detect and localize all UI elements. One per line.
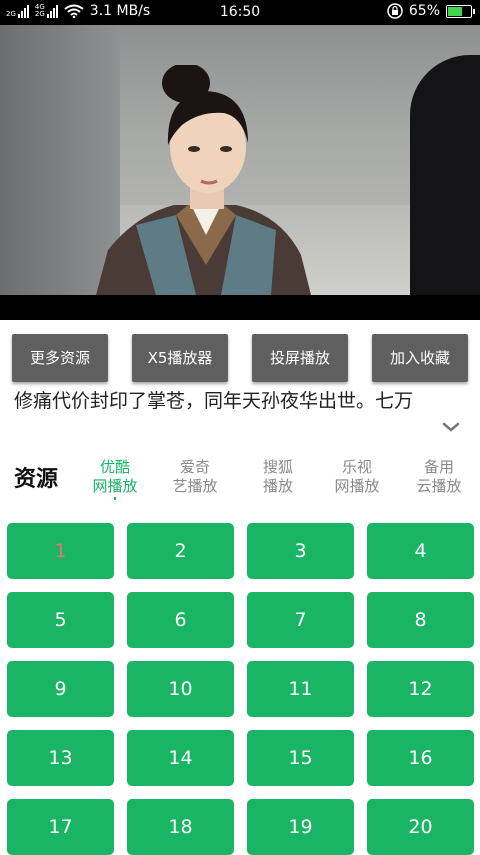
episode-button[interactable]: 10 — [127, 661, 234, 717]
description-text: 修痛代价封印了掌苍，同年天孙夜华出世。七万 — [14, 390, 414, 412]
source-tab-label: 云播放 — [416, 477, 462, 495]
episode-button[interactable]: 18 — [127, 799, 234, 855]
source-tab-label: 优酷 — [99, 458, 130, 476]
source-tab[interactable]: 爱奇 艺播放 — [163, 458, 227, 496]
source-tab[interactable]: 优酷 网播放 — [83, 458, 147, 496]
episode-button[interactable]: 8 — [367, 592, 474, 648]
source-tab-label: 网播放 — [334, 477, 380, 495]
action-button-row: 更多资源 X5播放器 投屏播放 加入收藏 — [0, 334, 480, 382]
battery-level — [448, 6, 463, 16]
chevron-down-icon[interactable] — [441, 420, 461, 434]
video-frame — [0, 25, 480, 295]
cast-play-button[interactable]: 投屏播放 — [252, 334, 348, 382]
episode-button[interactable]: 7 — [247, 592, 354, 648]
battery-percent: 65% — [408, 3, 440, 19]
status-right: 65% — [387, 3, 475, 19]
episode-button[interactable]: 12 — [367, 661, 474, 717]
battery-icon — [446, 4, 475, 18]
source-tab-label: 乐视 — [341, 458, 372, 476]
source-tab-label: 网播放 — [92, 477, 138, 495]
episode-button[interactable]: 6 — [127, 592, 234, 648]
source-tab-label: 艺播放 — [172, 477, 218, 495]
episode-button[interactable]: 15 — [247, 730, 354, 786]
episode-button[interactable]: 5 — [7, 592, 114, 648]
episode-button[interactable]: 3 — [247, 523, 354, 579]
episode-button[interactable]: 16 — [367, 730, 474, 786]
sources-title: 资源 — [14, 467, 59, 492]
source-tab[interactable]: 乐视 网播放 — [325, 458, 389, 496]
source-tab-label: 爱奇 — [179, 458, 210, 476]
x5-player-button[interactable]: X5播放器 — [132, 334, 228, 382]
episode-button[interactable]: 17 — [7, 799, 114, 855]
active-tab-indicator — [114, 497, 116, 500]
episode-button[interactable]: 14 — [127, 730, 234, 786]
add-favorite-button[interactable]: 加入收藏 — [372, 334, 468, 382]
video-player[interactable] — [0, 25, 480, 320]
source-tab-label: 搜狐 — [262, 458, 293, 476]
episode-button[interactable]: 13 — [7, 730, 114, 786]
episode-button[interactable]: 4 — [367, 523, 474, 579]
scene-figure-right — [410, 55, 480, 295]
episode-button[interactable]: 2 — [127, 523, 234, 579]
source-tab-label: 播放 — [262, 477, 293, 495]
episode-button[interactable]: 9 — [7, 661, 114, 717]
source-tab-label: 备用 — [423, 458, 454, 476]
source-tab[interactable]: 备用 云播放 — [407, 458, 471, 496]
episode-button[interactable]: 20 — [367, 799, 474, 855]
episode-button[interactable]: 19 — [247, 799, 354, 855]
scene-actress — [96, 65, 311, 295]
rotation-lock-icon — [387, 3, 403, 19]
episode-button[interactable]: 11 — [247, 661, 354, 717]
status-bar: 2G 4G 2G 3.1 MB/s 16:50 65% — [0, 0, 480, 25]
source-tab[interactable]: 搜狐 播放 — [246, 458, 310, 496]
more-sources-button[interactable]: 更多资源 — [12, 334, 108, 382]
episode-button[interactable]: 1 — [7, 523, 114, 579]
